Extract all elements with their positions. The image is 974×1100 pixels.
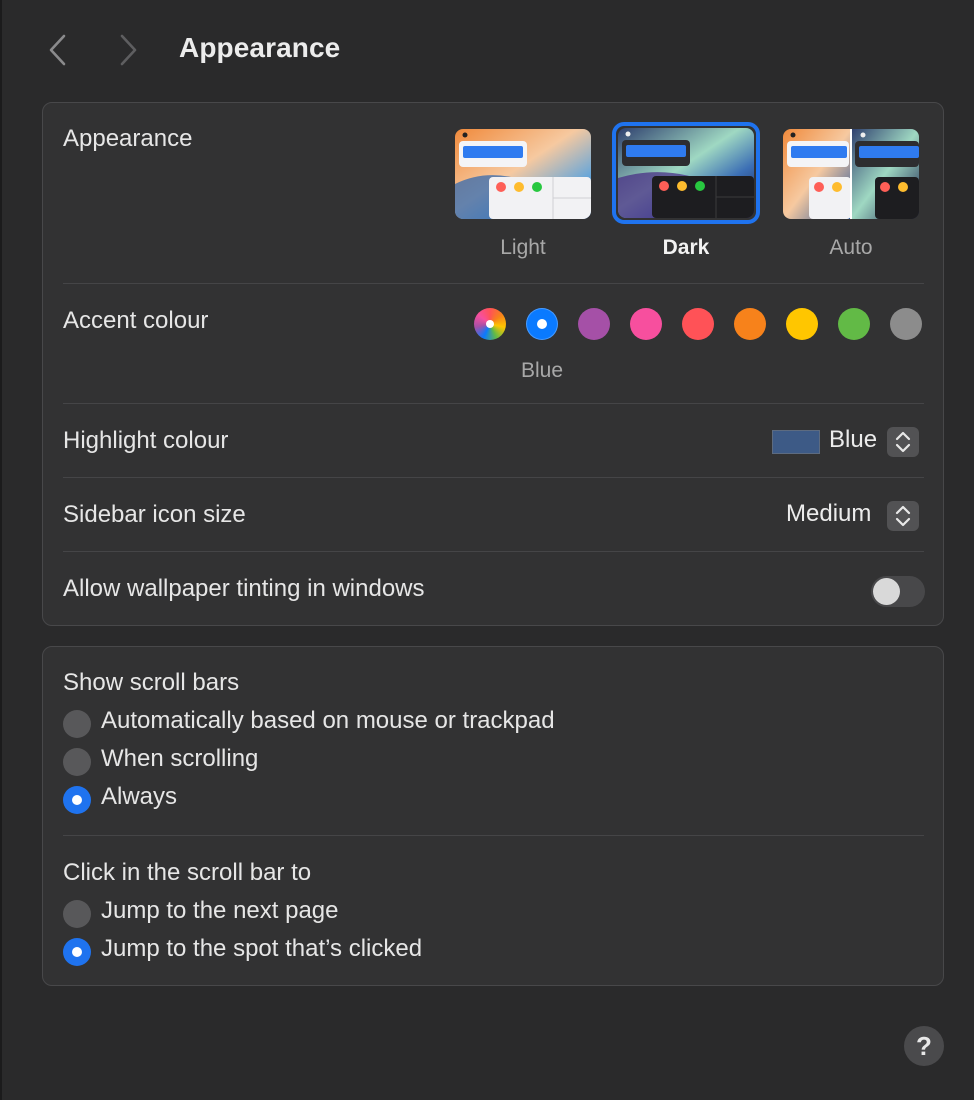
appearance-label: Appearance	[63, 125, 193, 152]
appearance-option-light[interactable]	[455, 129, 591, 219]
radio-scroll-automatic[interactable]: Automatically based on mouse or trackpad	[63, 707, 763, 739]
appearance-option-light-label: Light	[500, 236, 546, 259]
highlight-colour-well	[772, 430, 820, 454]
divider	[63, 283, 924, 284]
radio-button-selected	[63, 786, 91, 814]
accent-swatch-green[interactable]	[838, 308, 870, 340]
back-button[interactable]	[42, 30, 72, 70]
highlight-colour-value: Blue	[829, 426, 878, 453]
radio-button	[63, 710, 91, 738]
appearance-option-dark-label: Dark	[662, 236, 710, 259]
accent-swatch-pink[interactable]	[630, 308, 662, 340]
popup-arrows-icon	[887, 427, 919, 457]
radio-jump-to-spot[interactable]: Jump to the spot that’s clicked	[63, 935, 763, 967]
accent-swatch-graphite[interactable]	[890, 308, 922, 340]
scroll-bar-settings-panel: Show scroll bars Automatically based on …	[42, 646, 944, 986]
page-title: Appearance	[179, 32, 341, 63]
appearance-settings-panel: Appearance Light Dark Auto Accent colour…	[42, 102, 944, 626]
radio-jump-next-page[interactable]: Jump to the next page	[63, 897, 763, 929]
appearance-option-auto[interactable]	[783, 129, 919, 219]
sidebar-icon-size-label: Sidebar icon size	[63, 501, 246, 528]
click-scroll-bar-label: Click in the scroll bar to	[63, 859, 312, 886]
radio-label: Automatically based on mouse or trackpad	[101, 707, 555, 734]
appearance-option-dark[interactable]	[618, 128, 754, 218]
accent-selected-name: Blue	[520, 359, 564, 382]
toolbar: Appearance	[0, 0, 974, 100]
radio-label: Jump to the spot that’s clicked	[101, 935, 423, 962]
show-scroll-bars-label: Show scroll bars	[63, 669, 240, 696]
sidebar-icon-size-popup[interactable]: Medium	[783, 499, 923, 533]
accent-swatch-purple[interactable]	[578, 308, 610, 340]
forward-button[interactable]	[114, 30, 144, 70]
accent-swatch-orange[interactable]	[734, 308, 766, 340]
divider	[63, 551, 924, 552]
toggle-knob	[873, 578, 900, 605]
radio-label: Always	[101, 783, 178, 810]
popup-arrows-icon	[887, 501, 919, 531]
sidebar-icon-size-value: Medium	[786, 500, 872, 527]
chevron-right-icon	[120, 34, 137, 66]
radio-scroll-always[interactable]: Always	[63, 783, 763, 815]
wallpaper-tinting-label: Allow wallpaper tinting in windows	[63, 575, 425, 602]
wallpaper-tinting-toggle[interactable]	[871, 576, 925, 607]
divider	[63, 477, 924, 478]
radio-button-selected	[63, 938, 91, 966]
radio-scroll-when-scrolling[interactable]: When scrolling	[63, 745, 763, 777]
radio-button	[63, 748, 91, 776]
accent-swatch-blue[interactable]	[526, 308, 558, 340]
radio-label: Jump to the next page	[101, 897, 339, 924]
appearance-option-auto-label: Auto	[829, 236, 873, 259]
highlight-colour-popup[interactable]: Blue	[771, 425, 923, 459]
help-button[interactable]: ?	[904, 1026, 944, 1066]
highlight-colour-label: Highlight colour	[63, 427, 229, 454]
chevron-left-icon	[49, 34, 66, 66]
accent-swatch-yellow[interactable]	[786, 308, 818, 340]
radio-label: When scrolling	[101, 745, 259, 772]
radio-button	[63, 900, 91, 928]
accent-swatch-multicolour[interactable]	[474, 308, 506, 340]
accent-swatch-red[interactable]	[682, 308, 714, 340]
accent-colour-label: Accent colour	[63, 307, 209, 334]
divider	[63, 403, 924, 404]
divider	[63, 835, 924, 836]
